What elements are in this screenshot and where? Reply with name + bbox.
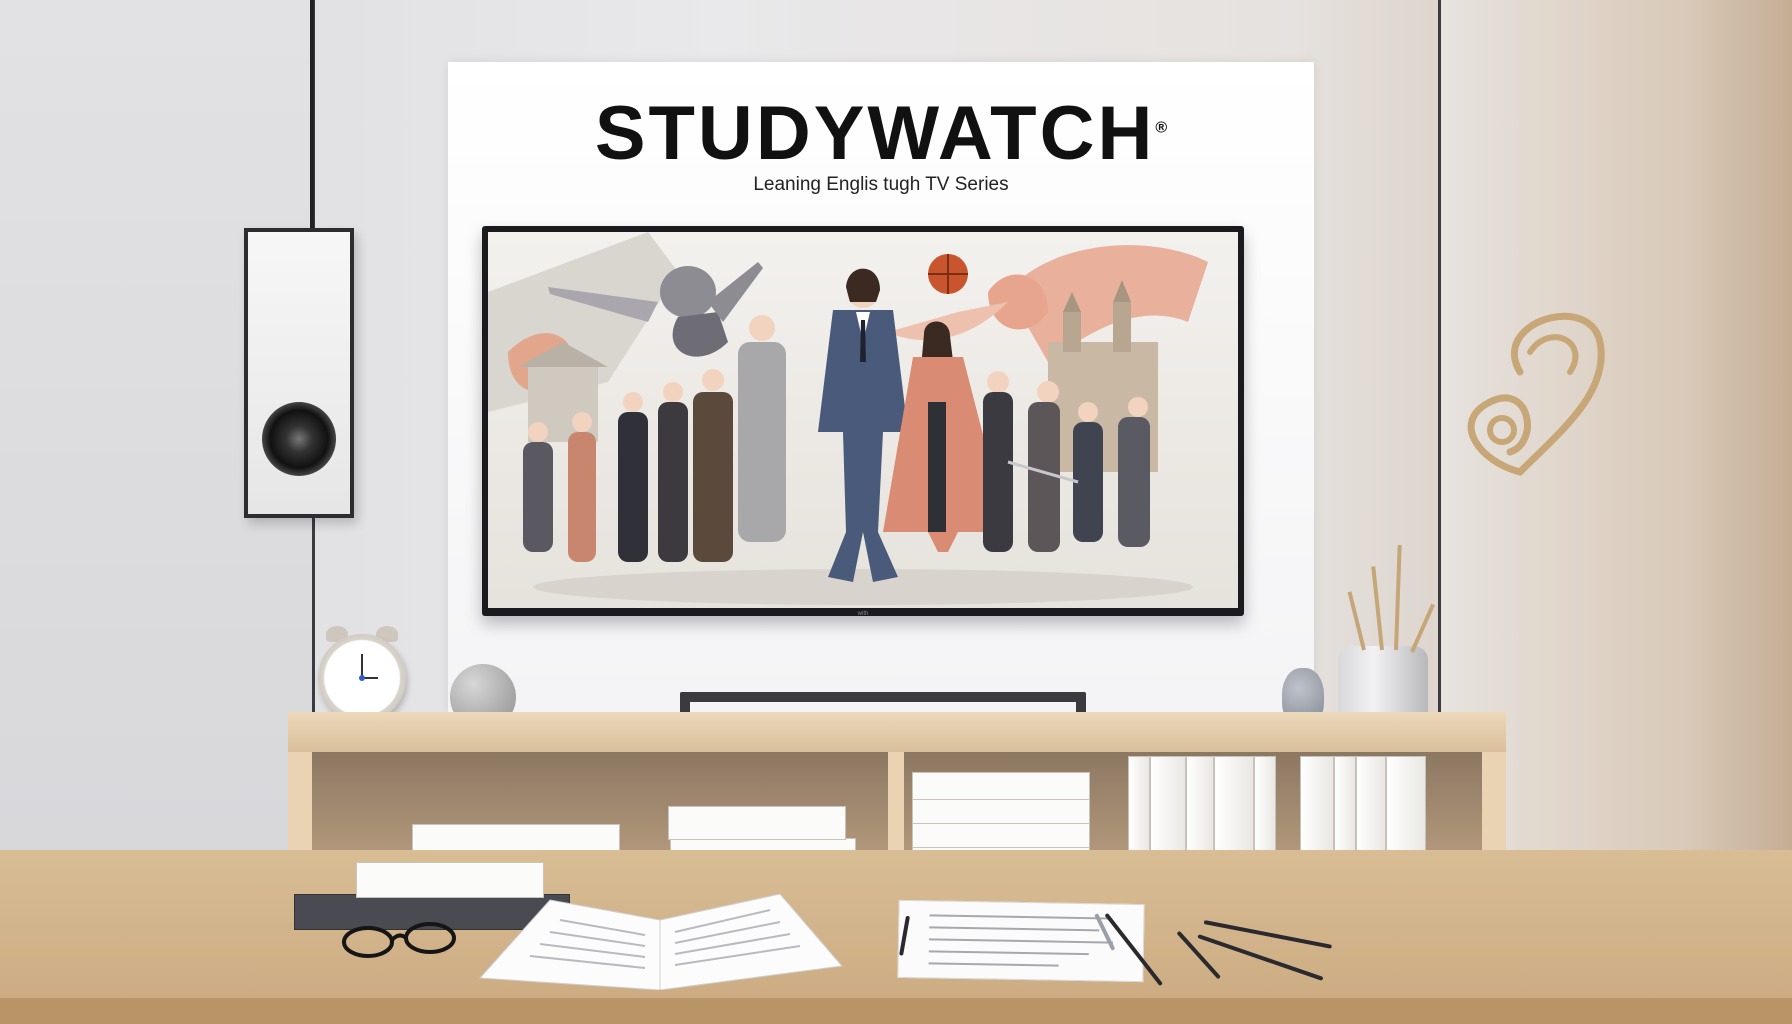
swirl-ornament-icon — [1467, 312, 1605, 476]
brand-title: STUDYWATCH® — [448, 90, 1314, 177]
pencil — [1347, 591, 1366, 651]
book-stack — [912, 772, 1090, 800]
tv-stand — [680, 692, 1086, 714]
registered-mark: ® — [1155, 119, 1168, 137]
wall-speaker — [244, 228, 354, 518]
shelf-top — [288, 712, 1506, 752]
brand-name: STUDYWATCH — [594, 91, 1156, 176]
pencil — [1410, 603, 1435, 653]
open-book — [478, 893, 843, 990]
television: with — [482, 226, 1244, 617]
book-stack — [668, 806, 846, 840]
speaker-cable — [310, 0, 314, 228]
brand-tagline: Leaning Englis tugh TV Series — [753, 174, 1009, 195]
alarm-clock-icon — [318, 634, 406, 722]
speaker-icon — [262, 402, 336, 476]
desk-edge — [0, 998, 1792, 1024]
book-stack — [912, 822, 1090, 848]
book-stack — [912, 798, 1090, 824]
pencil — [1394, 544, 1402, 651]
clock-face — [359, 654, 378, 681]
tv-series-poster-artwork — [488, 232, 1238, 608]
eyeglasses-icon — [342, 922, 456, 958]
tv-screen — [488, 232, 1238, 608]
pencil — [1371, 566, 1384, 651]
tv-brand-mark: with — [857, 611, 869, 617]
